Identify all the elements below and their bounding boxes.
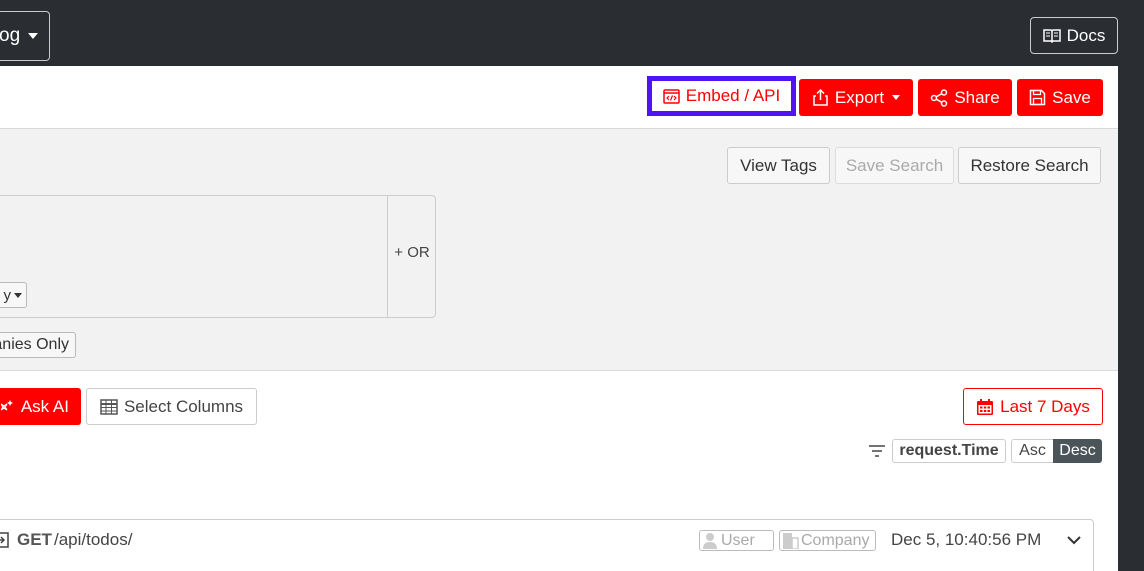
share-button[interactable]: Share <box>918 79 1012 116</box>
sort-field-selector[interactable]: request.Time <box>892 439 1006 463</box>
docs-label: Docs <box>1066 25 1106 45</box>
calendar-icon <box>977 398 994 415</box>
ask-ai-label: Ask AI <box>20 396 69 416</box>
save-label: Save <box>1052 87 1091 107</box>
request-path: /api/todos/ <box>54 530 133 549</box>
code-window-icon <box>663 88 680 104</box>
docs-button[interactable]: Docs <box>1030 17 1118 54</box>
sort-asc-label: Asc <box>1019 442 1046 459</box>
user-chip-label: User <box>721 531 755 549</box>
sort-desc-button[interactable]: Desc <box>1053 439 1102 463</box>
save-button[interactable]: Save <box>1017 79 1103 116</box>
ask-ai-button[interactable]: Ask AI <box>0 388 81 425</box>
filter-section: View Tags Save Search Restore Search + O… <box>0 129 1118 371</box>
sort-desc-label: Desc <box>1059 442 1096 459</box>
date-range-label: Last 7 Days <box>1000 396 1090 416</box>
select-columns-button[interactable]: Select Columns <box>86 388 257 425</box>
add-or-button[interactable]: + OR <box>390 244 434 261</box>
user-icon <box>703 533 717 549</box>
or-divider <box>387 195 388 318</box>
book-icon <box>1042 29 1061 43</box>
caret-down-icon <box>28 33 39 39</box>
results-toolbar: Ask AI Select Columns Last 7 Days reques… <box>0 371 1118 571</box>
save-search-button: Save Search <box>835 147 954 184</box>
embed-api-label: Embed / API <box>685 86 781 105</box>
company-chip-label: Company <box>801 531 870 549</box>
upload-icon <box>813 89 828 106</box>
nav-dropdown-label: og <box>0 25 21 46</box>
sort-field-label: request.Time <box>899 442 999 459</box>
export-label: Export <box>834 87 885 107</box>
http-method: GET <box>17 530 52 549</box>
building-icon <box>783 533 799 549</box>
nav-dropdown[interactable]: og <box>0 11 50 61</box>
companies-only-toggle[interactable]: anies Only <box>0 332 76 358</box>
user-chip[interactable]: User <box>699 530 774 551</box>
chevron-down-icon[interactable] <box>1066 534 1082 546</box>
header-actions: Embed / API Export Share Save <box>0 66 1118 129</box>
share-icon <box>931 88 948 107</box>
caret-down-icon <box>14 292 22 298</box>
caret-down-icon <box>892 95 901 100</box>
filter-group-box <box>0 195 436 318</box>
floppy-disk-icon <box>1029 89 1046 106</box>
top-navbar: og Docs <box>0 0 1144 66</box>
view-tags-label: View Tags <box>740 155 817 175</box>
sparkle-icon <box>0 399 13 411</box>
table-icon <box>100 398 118 415</box>
company-chip[interactable]: Company <box>779 530 876 551</box>
event-list-item[interactable]: GET /api/todos/ User Company Dec 5, 10:4… <box>0 519 1094 571</box>
share-label: Share <box>954 87 1000 107</box>
sort-asc-button[interactable]: Asc <box>1011 439 1053 463</box>
embed-api-button[interactable]: Embed / API <box>647 76 796 116</box>
companies-only-label: anies Only <box>0 336 69 353</box>
select-columns-label: Select Columns <box>123 396 244 416</box>
filter-operator-select[interactable]: y <box>0 282 27 308</box>
save-search-label: Save Search <box>845 155 944 175</box>
request-in-icon <box>0 532 9 548</box>
event-timestamp: Dec 5, 10:40:56 PM <box>891 530 1042 549</box>
export-button[interactable]: Export <box>799 79 913 116</box>
date-range-button[interactable]: Last 7 Days <box>963 388 1103 425</box>
restore-search-button[interactable]: Restore Search <box>958 147 1101 184</box>
main-panel: Embed / API Export Share Save View Tags … <box>0 66 1118 571</box>
filter-operator-value: y <box>3 286 12 304</box>
sort-icon <box>869 445 885 457</box>
restore-search-label: Restore Search <box>970 155 1089 175</box>
view-tags-button[interactable]: View Tags <box>727 147 830 184</box>
